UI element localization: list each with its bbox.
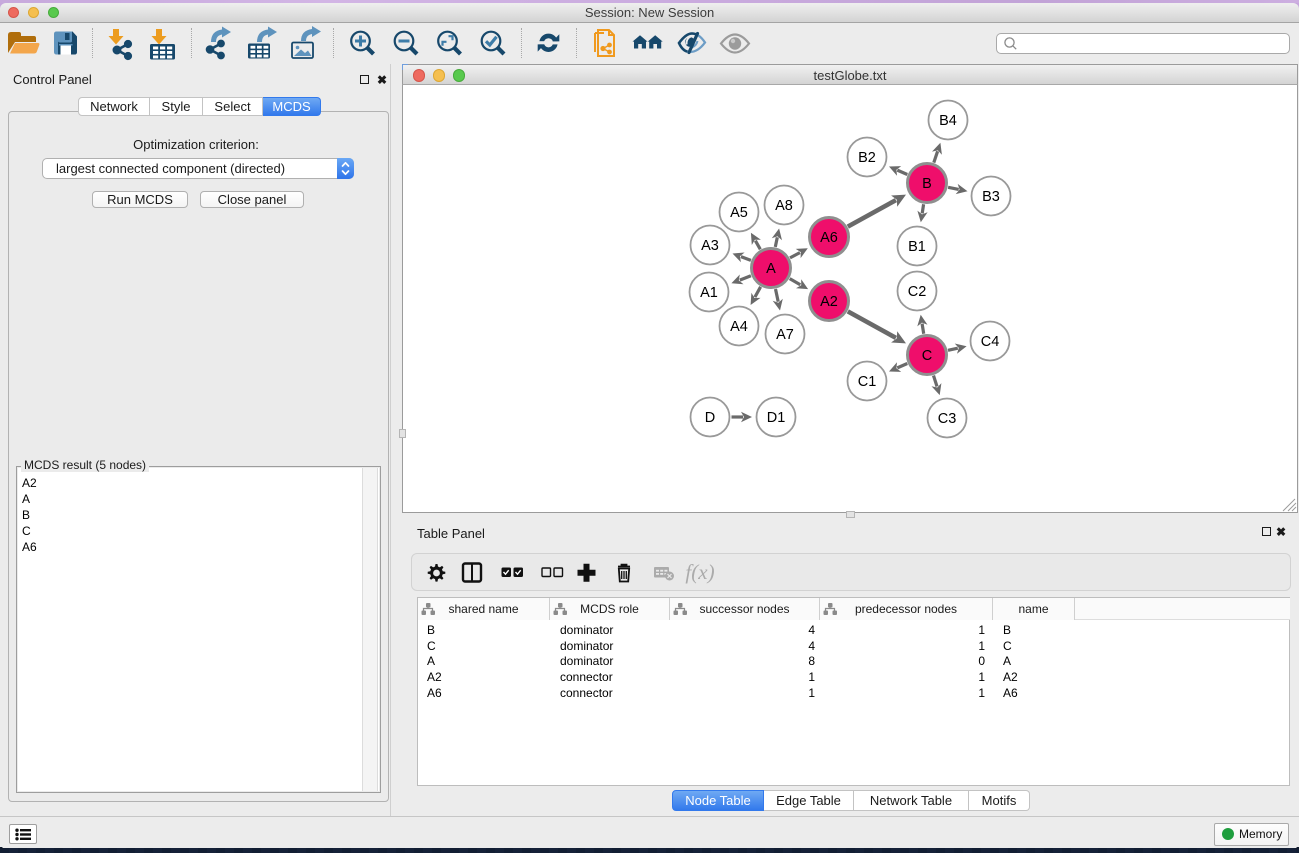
- svg-text:D: D: [705, 410, 715, 426]
- svg-text:A6: A6: [820, 230, 838, 246]
- svg-text:C: C: [922, 348, 932, 364]
- svg-text:A3: A3: [701, 238, 719, 254]
- svg-text:A: A: [766, 261, 776, 277]
- svg-text:B2: B2: [858, 150, 876, 166]
- svg-text:C4: C4: [981, 334, 1000, 350]
- svg-text:C2: C2: [908, 284, 927, 300]
- svg-text:B3: B3: [982, 189, 1000, 205]
- svg-text:A1: A1: [700, 285, 718, 301]
- svg-text:A2: A2: [820, 294, 838, 310]
- svg-text:A7: A7: [776, 327, 794, 343]
- svg-text:B4: B4: [939, 113, 957, 129]
- svg-text:f(x): f(x): [685, 560, 714, 584]
- svg-text:A4: A4: [730, 319, 748, 335]
- svg-text:A8: A8: [775, 198, 793, 214]
- svg-text:C1: C1: [858, 374, 877, 390]
- svg-text:A5: A5: [730, 205, 748, 221]
- svg-text:B1: B1: [908, 239, 926, 255]
- svg-text:D1: D1: [767, 410, 786, 426]
- svg-text:B: B: [922, 176, 932, 192]
- svg-text:C3: C3: [938, 411, 957, 427]
